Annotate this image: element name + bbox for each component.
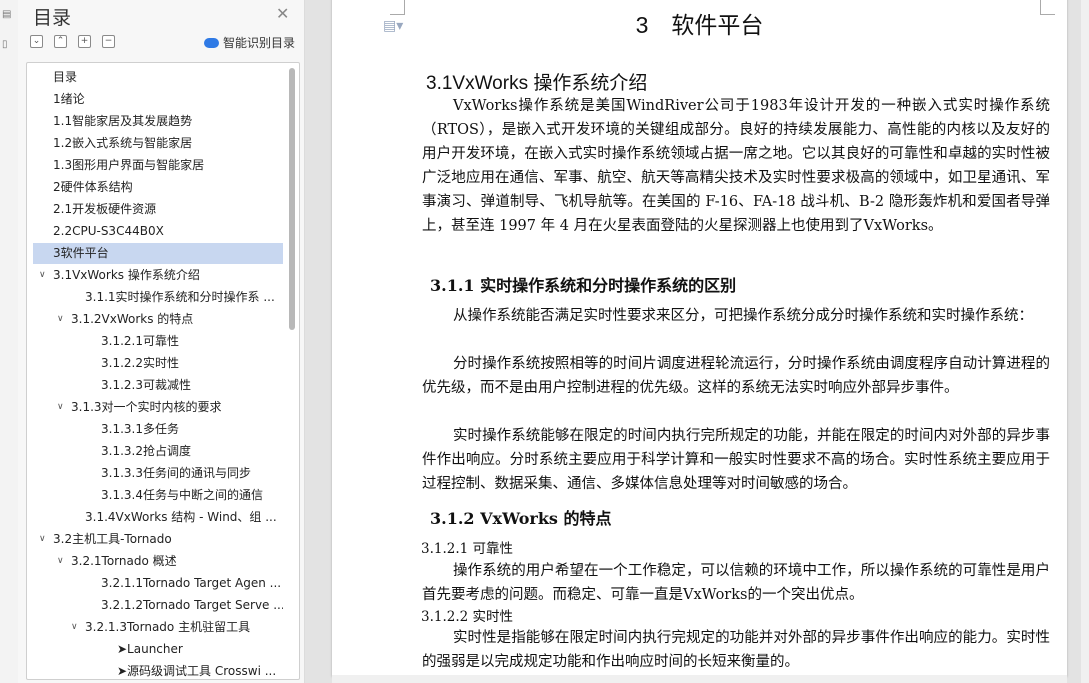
collapse-all-icon[interactable]: ⌄ bbox=[30, 35, 43, 48]
toc-item-label: 3.1.2.3可裁减性 bbox=[101, 378, 191, 392]
toc-item[interactable]: 3.1.2.1可靠性 bbox=[33, 331, 283, 352]
toc-item[interactable]: ∨ 3.2.1.3Tornado 主机驻留工具 bbox=[33, 617, 283, 638]
toc-item[interactable]: 3.2.1.2Tornado Target Serve ... bbox=[33, 595, 283, 616]
chevron-down-icon[interactable]: ∨ bbox=[57, 551, 64, 572]
toc-item[interactable]: ∨ 3.1.3对一个实时内核的要求 bbox=[33, 397, 283, 418]
toc-item[interactable]: 1.3图形用户界面与智能家居 bbox=[33, 155, 283, 176]
horizontal-scrollbar[interactable] bbox=[332, 675, 1067, 683]
toc-item[interactable]: 2.2CPU-S3C44B0X bbox=[33, 221, 283, 242]
document-page: ▤▾ 3 软件平台 3.1VxWorks 操作系统介绍 VxWorks操作系统是… bbox=[332, 0, 1067, 677]
toc-item-label: 3.1.2VxWorks 的特点 bbox=[71, 312, 194, 326]
vertical-scrollbar[interactable] bbox=[1081, 0, 1089, 683]
toc-item-label: 1.2嵌入式系统与智能家居 bbox=[53, 136, 193, 150]
toc-item[interactable]: ∨ 3.2主机工具-Tornado bbox=[33, 529, 283, 550]
toc-item[interactable]: 1绪论 bbox=[33, 89, 283, 110]
toc-item[interactable]: 3.1.3.1多任务 bbox=[33, 419, 283, 440]
paragraph: 操作系统的用户希望在一个工作稳定，可以信赖的环境中工作，所以操作系统的可靠性是用… bbox=[422, 563, 1050, 603]
toc-item-label: 1.1智能家居及其发展趋势 bbox=[53, 114, 193, 128]
toc-item-label: ➤Launcher bbox=[117, 642, 183, 656]
toc-item-label: 3.1.1实时操作系统和分时操作系 ... bbox=[85, 290, 275, 304]
toc-item-label: 3.1.4VxWorks 结构 - Wind、组 ... bbox=[85, 510, 277, 524]
subsubsection-title: 3.1.2.1 可靠性 bbox=[421, 541, 514, 557]
toc-item-label: 2.2CPU-S3C44B0X bbox=[53, 224, 164, 238]
chevron-down-icon[interactable]: ∨ bbox=[57, 309, 64, 330]
toc-item[interactable]: 1.1智能家居及其发展趋势 bbox=[33, 111, 283, 132]
section-title: 3.1VxWorks 操作系统介绍 bbox=[426, 73, 648, 94]
toc-item[interactable]: ∨ 3.1VxWorks 操作系统介绍 bbox=[33, 265, 283, 286]
toc-item[interactable]: 3.1.1实时操作系统和分时操作系 ... bbox=[33, 287, 283, 308]
toc-item[interactable]: 3.1.2.3可裁减性 bbox=[33, 375, 283, 396]
toc-item-label: 2硬件体系结构 bbox=[53, 180, 133, 194]
chevron-down-icon[interactable]: ∨ bbox=[39, 529, 46, 550]
toc-item[interactable]: 3软件平台 bbox=[33, 243, 283, 264]
toc-item-label: 3.1.2.2实时性 bbox=[101, 356, 179, 370]
toc-item[interactable]: 3.1.2.2实时性 bbox=[33, 353, 283, 374]
toc-item[interactable]: ➤Launcher bbox=[33, 639, 283, 660]
intro-paragraph: VxWorks操作系统是美国WindRiver公司于1983年设计开发的一种嵌入… bbox=[422, 98, 1050, 234]
toc-item[interactable]: 2.1开发板硬件资源 bbox=[33, 199, 283, 220]
cloud-icon bbox=[204, 38, 219, 48]
toc-item-label: 3.1.3.1多任务 bbox=[101, 422, 179, 436]
paragraph: 实时操作系统能够在限定的时间内执行完所规定的功能，并能在限定的时间内对外部的异步… bbox=[422, 428, 1050, 492]
chevron-down-icon[interactable]: ∨ bbox=[57, 397, 64, 418]
toc-item-label: 3.1.3.4任务与中断之间的通信 bbox=[101, 488, 263, 502]
toc-item-label: 2.1开发板硬件资源 bbox=[53, 202, 157, 216]
toc-item-label: 3.2.1.1Tornado Target Agen ... bbox=[101, 576, 282, 590]
left-side-strip: ▤ ▯ bbox=[0, 0, 19, 683]
toc-item[interactable]: ➤源码级调试工具 Crosswi ... bbox=[33, 661, 283, 679]
close-icon[interactable]: ✕ bbox=[276, 4, 289, 23]
nav-icon[interactable]: ▤ bbox=[2, 10, 12, 20]
toc-item-label: 目录 bbox=[53, 70, 78, 84]
subsubsection-title: 3.1.2.2 实时性 bbox=[421, 609, 514, 625]
toc-item-label: 1绪论 bbox=[53, 92, 85, 106]
toc-item-label: 3.2.1.3Tornado 主机驻留工具 bbox=[85, 620, 251, 634]
toc-item-label: 3.1.3.2抢占调度 bbox=[101, 444, 191, 458]
toc-item-label: 1.3图形用户界面与智能家居 bbox=[53, 158, 205, 172]
toc-list: 目录 1绪论 1.1智能家居及其发展趋势 1.2嵌入式系统与智能家居 1.3图形用户界面… bbox=[26, 62, 300, 680]
toc-panel-title: 目录 bbox=[33, 7, 72, 29]
paragraph: 从操作系统能否满足实时性要求来区分，可把操作系统分成分时操作系统和实时操作系统： bbox=[453, 308, 1033, 324]
toc-item-label: 3.2.1Tornado 概述 bbox=[71, 554, 177, 568]
toc-item[interactable]: 3.1.3.3任务间的通讯与同步 bbox=[33, 463, 283, 484]
toc-item[interactable]: 3.2.1.1Tornado Target Agen ... bbox=[33, 573, 283, 594]
add-heading-icon[interactable]: + bbox=[78, 35, 91, 48]
smart-toc-button[interactable]: 智能识别目录 bbox=[204, 34, 295, 51]
toc-item[interactable]: 2硬件体系结构 bbox=[33, 177, 283, 198]
toc-item-label: ➤源码级调试工具 Crosswi ... bbox=[117, 664, 277, 678]
toc-item-label: 3.2主机工具-Tornado bbox=[53, 532, 172, 546]
pin-icon[interactable]: ▯ bbox=[2, 40, 12, 50]
paragraph: 实时性是指能够在限定时间内执行完规定的功能并对外部的异步事件作出响应的能力。实时… bbox=[422, 630, 1050, 670]
subsection-title: 3.1.1 实时操作系统和分时操作系统的区别 bbox=[430, 276, 737, 295]
chevron-down-icon[interactable]: ∨ bbox=[39, 265, 46, 286]
smart-toc-label: 智能识别目录 bbox=[223, 36, 296, 50]
toc-item[interactable]: 3.1.3.2抢占调度 bbox=[33, 441, 283, 462]
document-area: ▤▾ 3 软件平台 3.1VxWorks 操作系统介绍 VxWorks操作系统是… bbox=[305, 0, 1089, 683]
toc-item-label: 3.1.3对一个实时内核的要求 bbox=[71, 400, 222, 414]
toc-item-label: 3.1.2.1可靠性 bbox=[101, 334, 179, 348]
subsection-title: 3.1.2 VxWorks 的特点 bbox=[430, 509, 612, 528]
toc-item-label: 3软件平台 bbox=[53, 246, 109, 260]
toc-item[interactable]: 3.1.3.4任务与中断之间的通信 bbox=[33, 485, 283, 506]
chevron-down-icon[interactable]: ∨ bbox=[71, 617, 78, 638]
toc-item[interactable]: ∨ 3.1.2VxWorks 的特点 bbox=[33, 309, 283, 330]
chapter-title: 3 软件平台 bbox=[635, 12, 764, 38]
remove-heading-icon[interactable]: − bbox=[102, 35, 115, 48]
expand-level-icon[interactable]: ⌃ bbox=[54, 35, 67, 48]
toc-item-label: 3.1.3.3任务间的通讯与同步 bbox=[101, 466, 251, 480]
toc-item[interactable]: 3.1.4VxWorks 结构 - Wind、组 ... bbox=[33, 507, 283, 528]
paragraph: 分时操作系统按照相等的时间片调度进程轮流运行，分时操作系统由调度程序自动计算进程… bbox=[422, 356, 1050, 396]
toc-item-label: 3.1VxWorks 操作系统介绍 bbox=[53, 268, 200, 282]
toc-item-label: 3.2.1.2Tornado Target Serve ... bbox=[101, 598, 283, 612]
toc-scrollbar[interactable] bbox=[289, 68, 295, 330]
toc-item[interactable]: 1.2嵌入式系统与智能家居 bbox=[33, 133, 283, 154]
toc-item[interactable]: ∨ 3.2.1Tornado 概述 bbox=[33, 551, 283, 572]
toc-panel: 目录 ✕ ⌄ ⌃ + − 智能识别目录 目录 1绪论 1.1智能家居及其发展趋势 1.… bbox=[18, 0, 305, 683]
toc-item[interactable]: 目录 bbox=[33, 67, 283, 88]
